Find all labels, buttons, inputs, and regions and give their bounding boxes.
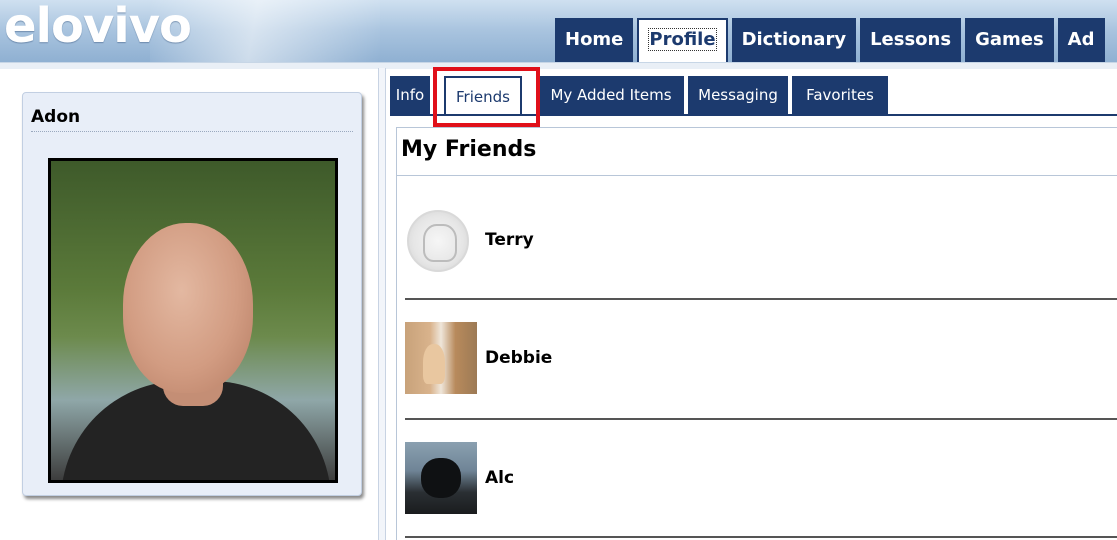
friend-row[interactable]: Terry: [405, 190, 1117, 290]
main-nav: Home Profile Dictionary Lessons Games Ad: [555, 18, 1109, 62]
subtab-label: Info: [395, 86, 425, 104]
header-divider: [0, 62, 1117, 69]
nav-tab-games[interactable]: Games: [965, 18, 1054, 62]
nav-tab-label: Profile: [648, 28, 717, 51]
nav-tab-profile[interactable]: Profile: [637, 18, 728, 62]
highlight-annotation: [433, 67, 540, 127]
site-header: elovivo Home Profile Dictionary Lessons …: [0, 0, 1117, 62]
subtab-label: Messaging: [698, 86, 778, 104]
nav-tab-label: Games: [975, 29, 1044, 50]
friend-row[interactable]: Alc: [405, 428, 1117, 528]
friend-divider: [405, 536, 1117, 538]
profile-username: Adon: [31, 107, 353, 132]
nav-tab-label: Ad: [1067, 29, 1095, 50]
friends-title: My Friends: [397, 128, 1117, 176]
profile-card: Adon: [22, 92, 362, 496]
nav-tab-ad[interactable]: Ad: [1057, 18, 1105, 62]
nav-tab-dictionary[interactable]: Dictionary: [731, 18, 857, 62]
friend-avatar[interactable]: [405, 322, 477, 394]
subtab-info[interactable]: Info: [390, 76, 430, 114]
nav-tab-lessons[interactable]: Lessons: [860, 18, 962, 62]
nav-tab-label: Dictionary: [741, 29, 847, 50]
subtab-my-added-items[interactable]: My Added Items: [538, 76, 684, 114]
friend-divider: [405, 298, 1117, 300]
friend-name[interactable]: Alc: [485, 428, 514, 528]
nav-tab-home[interactable]: Home: [555, 18, 634, 62]
default-avatar-icon[interactable]: [407, 210, 469, 272]
friend-row[interactable]: Debbie: [405, 308, 1117, 408]
profile-photo: [48, 158, 338, 483]
subtab-messaging[interactable]: Messaging: [688, 76, 788, 114]
photo-head: [123, 223, 253, 393]
friends-panel: My Friends Terry Debbie Alc: [396, 127, 1117, 540]
friend-divider: [405, 418, 1117, 420]
friend-avatar[interactable]: [405, 442, 477, 514]
subtab-label: Favorites: [806, 86, 874, 104]
site-logo[interactable]: elovivo: [4, 2, 192, 50]
friend-name[interactable]: Terry: [485, 190, 534, 290]
nav-tab-label: Lessons: [870, 29, 952, 50]
subtab-favorites[interactable]: Favorites: [792, 76, 888, 114]
column-divider: [378, 68, 386, 540]
nav-tab-label: Home: [565, 29, 624, 50]
friend-name[interactable]: Debbie: [485, 308, 552, 408]
subtab-label: My Added Items: [550, 86, 672, 104]
